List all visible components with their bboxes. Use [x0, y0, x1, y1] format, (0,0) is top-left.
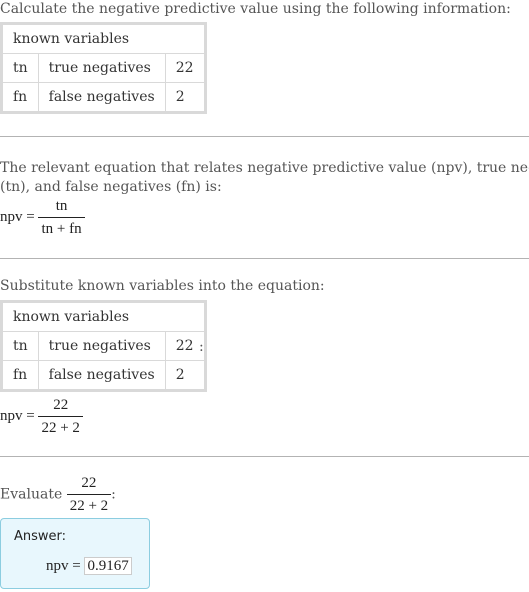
table-header-row: known variables: [1, 301, 206, 332]
variable-name: false negatives: [37, 82, 166, 113]
equation-lhs: npv =: [0, 407, 35, 424]
table-header: known variables: [1, 301, 206, 332]
equation-description-line2: (tn), and false negatives (fn) is:: [0, 179, 222, 195]
answer-lhs: npv =: [46, 558, 81, 574]
table-header: known variables: [1, 23, 206, 54]
answer-box: Answer: npv = 0.9167: [0, 518, 150, 589]
variable-symbol: fn: [1, 360, 39, 391]
numerator: tn: [38, 197, 85, 218]
answer-label: Answer:: [14, 529, 67, 544]
known-variables-table: known variables tn true negatives 22 fn …: [0, 22, 207, 114]
denominator: 22 + 2: [69, 498, 109, 514]
divider: [0, 456, 529, 457]
fraction: 22 22 + 2: [66, 474, 112, 515]
table-row: fn false negatives 2: [1, 82, 206, 113]
variable-name: true negatives: [37, 331, 166, 361]
variable-symbol: tn: [1, 53, 39, 83]
evaluate-label: Evaluate: [0, 486, 63, 503]
divider: [0, 258, 529, 259]
known-variables-table-2: known variables tn true negatives 22 fn …: [0, 300, 207, 392]
table-row: tn true negatives 22: [1, 331, 206, 361]
evaluate-line: Evaluate 22 22 + 2 :: [0, 474, 116, 515]
variable-name: false negatives: [37, 360, 166, 391]
substitute-text: Substitute known variables into the equa…: [0, 278, 325, 294]
answer-equation: npv = 0.9167: [46, 557, 132, 575]
equation-lhs: npv =: [0, 208, 35, 225]
variable-name: true negatives: [37, 53, 166, 83]
evaluate-colon: :: [111, 486, 116, 503]
variable-value: 22: [164, 53, 206, 83]
variable-value: 2: [164, 360, 206, 391]
variable-symbol: tn: [1, 331, 39, 361]
npv-equation: npv = tn tn + fn: [0, 197, 85, 238]
table-row: tn true negatives 22: [1, 53, 206, 83]
table-colon: :: [199, 339, 204, 355]
table-header-row: known variables: [1, 23, 206, 54]
denominator: tn + fn: [41, 221, 82, 237]
substituted-equation: npv = 22 22 + 2: [0, 396, 83, 437]
denominator: 22 + 2: [41, 420, 80, 436]
intro-text: Calculate the negative predictive value …: [0, 1, 511, 17]
answer-value: 0.9167: [84, 557, 132, 575]
table-row: fn false negatives 2: [1, 360, 206, 391]
fraction: tn tn + fn: [38, 197, 85, 238]
numerator: 22: [38, 396, 83, 417]
divider: [0, 136, 529, 137]
variable-symbol: fn: [1, 82, 39, 113]
fraction: 22 22 + 2: [38, 396, 83, 437]
variable-value: 2: [164, 82, 206, 113]
numerator: 22: [66, 474, 112, 495]
equation-description-line1: The relevant equation that relates negat…: [0, 160, 529, 176]
